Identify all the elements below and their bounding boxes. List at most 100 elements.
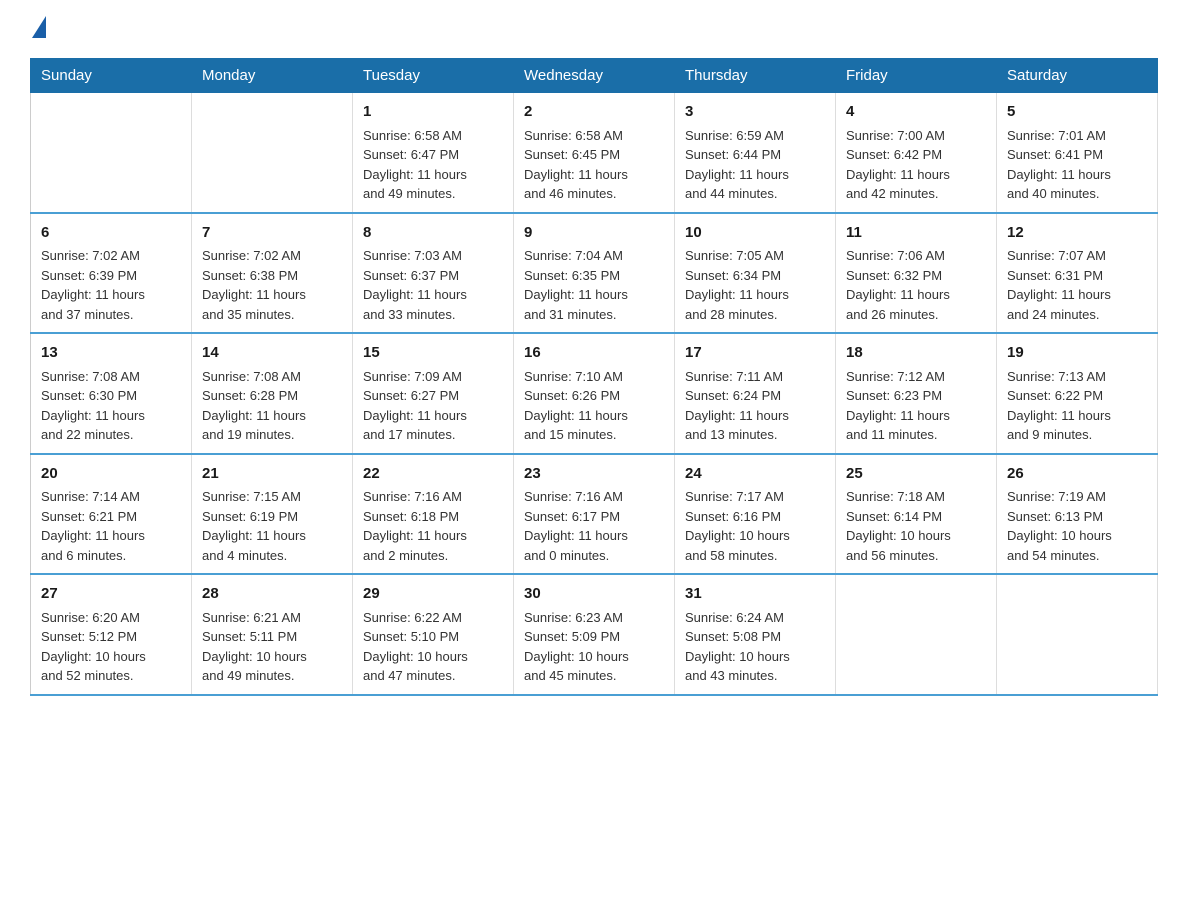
calendar-cell: 8Sunrise: 7:03 AM Sunset: 6:37 PM Daylig… (353, 213, 514, 334)
day-info: Sunrise: 7:02 AM Sunset: 6:39 PM Dayligh… (41, 246, 181, 324)
day-info: Sunrise: 7:19 AM Sunset: 6:13 PM Dayligh… (1007, 487, 1147, 565)
day-number: 25 (846, 463, 986, 486)
day-number: 4 (846, 101, 986, 124)
calendar-cell: 22Sunrise: 7:16 AM Sunset: 6:18 PM Dayli… (353, 454, 514, 575)
calendar-cell: 3Sunrise: 6:59 AM Sunset: 6:44 PM Daylig… (675, 93, 836, 213)
calendar-cell: 24Sunrise: 7:17 AM Sunset: 6:16 PM Dayli… (675, 454, 836, 575)
day-number: 22 (363, 463, 503, 486)
column-header-friday: Friday (836, 59, 997, 93)
day-number: 12 (1007, 222, 1147, 245)
day-number: 16 (524, 342, 664, 365)
calendar-cell: 30Sunrise: 6:23 AM Sunset: 5:09 PM Dayli… (514, 574, 675, 695)
day-number: 5 (1007, 101, 1147, 124)
calendar-cell: 21Sunrise: 7:15 AM Sunset: 6:19 PM Dayli… (192, 454, 353, 575)
day-info: Sunrise: 7:03 AM Sunset: 6:37 PM Dayligh… (363, 246, 503, 324)
column-header-tuesday: Tuesday (353, 59, 514, 93)
day-number: 26 (1007, 463, 1147, 486)
calendar-week-row: 20Sunrise: 7:14 AM Sunset: 6:21 PM Dayli… (31, 454, 1158, 575)
day-number: 2 (524, 101, 664, 124)
day-number: 1 (363, 101, 503, 124)
calendar-cell: 15Sunrise: 7:09 AM Sunset: 6:27 PM Dayli… (353, 333, 514, 454)
day-info: Sunrise: 6:58 AM Sunset: 6:47 PM Dayligh… (363, 126, 503, 204)
day-number: 29 (363, 583, 503, 606)
calendar-cell: 6Sunrise: 7:02 AM Sunset: 6:39 PM Daylig… (31, 213, 192, 334)
day-number: 13 (41, 342, 181, 365)
calendar-cell: 10Sunrise: 7:05 AM Sunset: 6:34 PM Dayli… (675, 213, 836, 334)
calendar-cell (31, 93, 192, 213)
day-info: Sunrise: 7:11 AM Sunset: 6:24 PM Dayligh… (685, 367, 825, 445)
calendar-cell: 20Sunrise: 7:14 AM Sunset: 6:21 PM Dayli… (31, 454, 192, 575)
day-info: Sunrise: 7:10 AM Sunset: 6:26 PM Dayligh… (524, 367, 664, 445)
calendar-cell: 23Sunrise: 7:16 AM Sunset: 6:17 PM Dayli… (514, 454, 675, 575)
day-number: 9 (524, 222, 664, 245)
day-info: Sunrise: 7:05 AM Sunset: 6:34 PM Dayligh… (685, 246, 825, 324)
day-number: 8 (363, 222, 503, 245)
day-number: 15 (363, 342, 503, 365)
day-number: 7 (202, 222, 342, 245)
day-number: 11 (846, 222, 986, 245)
day-info: Sunrise: 7:14 AM Sunset: 6:21 PM Dayligh… (41, 487, 181, 565)
calendar-cell: 25Sunrise: 7:18 AM Sunset: 6:14 PM Dayli… (836, 454, 997, 575)
calendar-cell: 27Sunrise: 6:20 AM Sunset: 5:12 PM Dayli… (31, 574, 192, 695)
calendar-cell: 5Sunrise: 7:01 AM Sunset: 6:41 PM Daylig… (997, 93, 1158, 213)
day-info: Sunrise: 7:09 AM Sunset: 6:27 PM Dayligh… (363, 367, 503, 445)
calendar-cell: 12Sunrise: 7:07 AM Sunset: 6:31 PM Dayli… (997, 213, 1158, 334)
calendar-cell: 19Sunrise: 7:13 AM Sunset: 6:22 PM Dayli… (997, 333, 1158, 454)
day-info: Sunrise: 6:23 AM Sunset: 5:09 PM Dayligh… (524, 608, 664, 686)
day-number: 14 (202, 342, 342, 365)
logo-triangle-icon (32, 16, 46, 38)
calendar-table: SundayMondayTuesdayWednesdayThursdayFrid… (30, 58, 1158, 696)
logo (30, 20, 46, 38)
day-info: Sunrise: 7:16 AM Sunset: 6:18 PM Dayligh… (363, 487, 503, 565)
calendar-cell: 16Sunrise: 7:10 AM Sunset: 6:26 PM Dayli… (514, 333, 675, 454)
day-info: Sunrise: 7:16 AM Sunset: 6:17 PM Dayligh… (524, 487, 664, 565)
column-header-sunday: Sunday (31, 59, 192, 93)
day-number: 28 (202, 583, 342, 606)
day-number: 17 (685, 342, 825, 365)
day-number: 19 (1007, 342, 1147, 365)
column-header-wednesday: Wednesday (514, 59, 675, 93)
calendar-cell: 18Sunrise: 7:12 AM Sunset: 6:23 PM Dayli… (836, 333, 997, 454)
day-number: 21 (202, 463, 342, 486)
day-number: 3 (685, 101, 825, 124)
day-info: Sunrise: 6:24 AM Sunset: 5:08 PM Dayligh… (685, 608, 825, 686)
day-info: Sunrise: 7:06 AM Sunset: 6:32 PM Dayligh… (846, 246, 986, 324)
day-info: Sunrise: 7:00 AM Sunset: 6:42 PM Dayligh… (846, 126, 986, 204)
column-header-monday: Monday (192, 59, 353, 93)
calendar-cell: 4Sunrise: 7:00 AM Sunset: 6:42 PM Daylig… (836, 93, 997, 213)
calendar-cell: 14Sunrise: 7:08 AM Sunset: 6:28 PM Dayli… (192, 333, 353, 454)
calendar-cell: 29Sunrise: 6:22 AM Sunset: 5:10 PM Dayli… (353, 574, 514, 695)
calendar-cell: 17Sunrise: 7:11 AM Sunset: 6:24 PM Dayli… (675, 333, 836, 454)
day-number: 18 (846, 342, 986, 365)
day-number: 30 (524, 583, 664, 606)
day-number: 20 (41, 463, 181, 486)
calendar-header-row: SundayMondayTuesdayWednesdayThursdayFrid… (31, 59, 1158, 93)
day-info: Sunrise: 6:21 AM Sunset: 5:11 PM Dayligh… (202, 608, 342, 686)
calendar-cell: 26Sunrise: 7:19 AM Sunset: 6:13 PM Dayli… (997, 454, 1158, 575)
calendar-week-row: 1Sunrise: 6:58 AM Sunset: 6:47 PM Daylig… (31, 93, 1158, 213)
day-info: Sunrise: 7:07 AM Sunset: 6:31 PM Dayligh… (1007, 246, 1147, 324)
calendar-cell: 7Sunrise: 7:02 AM Sunset: 6:38 PM Daylig… (192, 213, 353, 334)
day-info: Sunrise: 6:20 AM Sunset: 5:12 PM Dayligh… (41, 608, 181, 686)
day-info: Sunrise: 6:58 AM Sunset: 6:45 PM Dayligh… (524, 126, 664, 204)
calendar-cell: 11Sunrise: 7:06 AM Sunset: 6:32 PM Dayli… (836, 213, 997, 334)
calendar-cell: 31Sunrise: 6:24 AM Sunset: 5:08 PM Dayli… (675, 574, 836, 695)
calendar-cell (997, 574, 1158, 695)
calendar-cell: 28Sunrise: 6:21 AM Sunset: 5:11 PM Dayli… (192, 574, 353, 695)
day-number: 23 (524, 463, 664, 486)
day-info: Sunrise: 6:59 AM Sunset: 6:44 PM Dayligh… (685, 126, 825, 204)
calendar-week-row: 27Sunrise: 6:20 AM Sunset: 5:12 PM Dayli… (31, 574, 1158, 695)
calendar-cell (836, 574, 997, 695)
calendar-cell: 9Sunrise: 7:04 AM Sunset: 6:35 PM Daylig… (514, 213, 675, 334)
day-info: Sunrise: 7:15 AM Sunset: 6:19 PM Dayligh… (202, 487, 342, 565)
day-info: Sunrise: 7:18 AM Sunset: 6:14 PM Dayligh… (846, 487, 986, 565)
calendar-cell: 2Sunrise: 6:58 AM Sunset: 6:45 PM Daylig… (514, 93, 675, 213)
calendar-cell: 1Sunrise: 6:58 AM Sunset: 6:47 PM Daylig… (353, 93, 514, 213)
day-info: Sunrise: 6:22 AM Sunset: 5:10 PM Dayligh… (363, 608, 503, 686)
day-info: Sunrise: 7:01 AM Sunset: 6:41 PM Dayligh… (1007, 126, 1147, 204)
column-header-thursday: Thursday (675, 59, 836, 93)
day-info: Sunrise: 7:08 AM Sunset: 6:30 PM Dayligh… (41, 367, 181, 445)
calendar-cell: 13Sunrise: 7:08 AM Sunset: 6:30 PM Dayli… (31, 333, 192, 454)
column-header-saturday: Saturday (997, 59, 1158, 93)
day-info: Sunrise: 7:08 AM Sunset: 6:28 PM Dayligh… (202, 367, 342, 445)
